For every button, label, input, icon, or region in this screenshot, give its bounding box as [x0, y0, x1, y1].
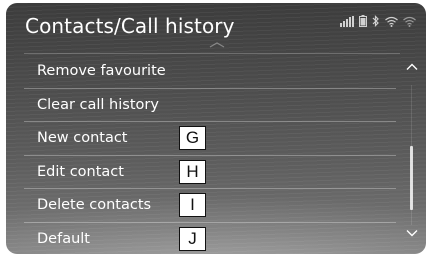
divider	[24, 53, 400, 54]
callout-letter: G	[179, 126, 206, 150]
callout-letter: H	[179, 159, 206, 184]
wifi-icon	[385, 16, 398, 27]
page-title: Contacts/Call history	[25, 14, 235, 38]
battery-icon	[359, 15, 367, 27]
menu-item-label: Default	[37, 230, 90, 247]
menu-item-new-contact[interactable]: New contact G	[24, 122, 396, 156]
scroll-thumb[interactable]	[410, 146, 413, 210]
menu-item-edit-contact[interactable]: Edit contact H	[24, 156, 396, 189]
chevron-up-icon[interactable]	[406, 63, 418, 71]
screen: Contacts/Call history Remove favourite C…	[6, 3, 426, 254]
menu-item-label: Clear call history	[37, 96, 159, 113]
chevron-down-icon[interactable]	[406, 229, 418, 237]
menu-item-label: Remove favourite	[37, 63, 166, 80]
callout-letter: I	[179, 193, 206, 217]
menu-item-remove-favourite[interactable]: Remove favourite	[24, 55, 396, 89]
menu-item-label: Delete contacts	[37, 197, 152, 214]
wifi-icon	[403, 16, 416, 27]
menu-list: Remove favourite Clear call history New …	[24, 55, 396, 254]
bluetooth-icon	[372, 15, 379, 27]
menu-item-label: Edit contact	[37, 163, 124, 180]
chevron-up-icon[interactable]	[209, 42, 225, 48]
menu-item-default[interactable]: Default J	[24, 223, 396, 255]
signal-bars-icon	[340, 15, 354, 27]
callout-letter: J	[179, 226, 206, 251]
scrollbar[interactable]	[406, 63, 418, 245]
menu-item-label: New contact	[37, 130, 128, 147]
status-bar	[340, 15, 416, 27]
menu-item-delete-contacts[interactable]: Delete contacts I	[24, 189, 396, 223]
menu-item-clear-call-history[interactable]: Clear call history	[24, 89, 396, 122]
